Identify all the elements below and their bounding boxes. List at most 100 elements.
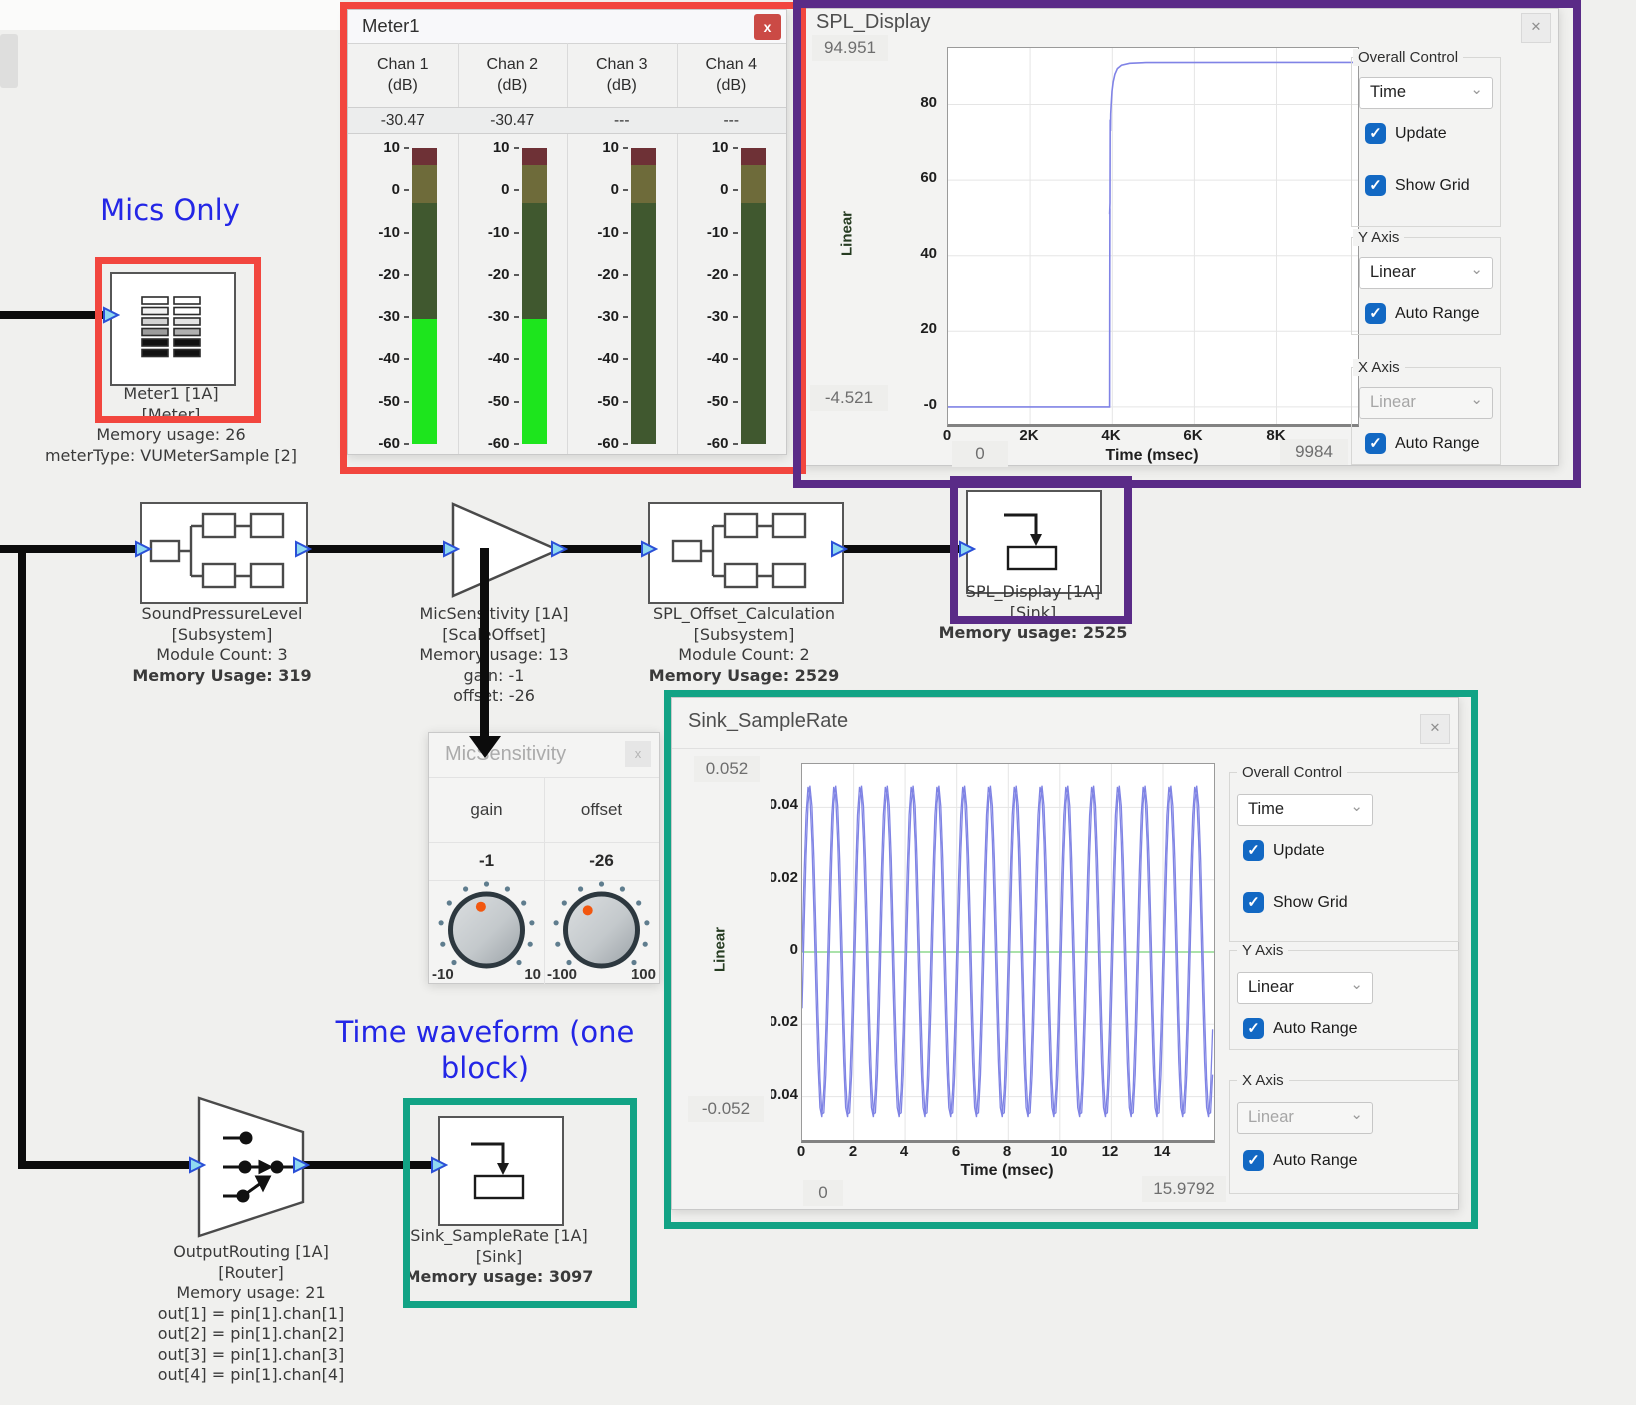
y-scale-select[interactable]: Linear: [1359, 257, 1493, 289]
meter-tick-mark: [404, 189, 409, 191]
show-grid-checkbox[interactable]: Show Grid: [1365, 175, 1470, 196]
meter-tick-label: -40: [575, 350, 619, 367]
signal-wire[interactable]: [300, 1161, 432, 1169]
canvas-top-strip: [0, 0, 340, 30]
update-checkbox[interactable]: Update: [1365, 123, 1447, 144]
spl-plot-svg: [948, 48, 1358, 424]
label-line: MicSensitivity [1A]: [384, 604, 604, 625]
channel-unit: (dB): [458, 77, 568, 95]
knob-min-label: -10: [432, 966, 454, 983]
meter-tick-mark: [623, 232, 628, 234]
block-meter1[interactable]: [110, 272, 236, 386]
meter-tick-mark: [623, 443, 628, 445]
x-scale-select[interactable]: Linear: [1359, 387, 1493, 419]
signal-wire[interactable]: [18, 1161, 194, 1169]
channel-name: Chan 1: [348, 56, 458, 74]
label-line: SPL_Offset_Calculation: [614, 604, 874, 625]
meter-tick-label: -50: [466, 393, 510, 410]
signal-wire[interactable]: [302, 545, 448, 553]
channel-unit: (dB): [348, 77, 458, 95]
note-time-waveform: Time waveform (one block): [320, 1014, 650, 1086]
signal-wire[interactable]: [0, 311, 106, 319]
spl-plot-area[interactable]: [947, 47, 1359, 427]
label-line: Meter1 [1A]: [31, 384, 311, 405]
label-line: out[4] = pin[1].chan[4]: [121, 1365, 381, 1386]
close-button[interactable]: ✕: [1521, 13, 1551, 43]
overall-mode-select[interactable]: Time: [1359, 77, 1493, 109]
x-scale-select[interactable]: Linear: [1237, 1102, 1373, 1134]
knob-offset[interactable]: -100 100: [544, 880, 659, 984]
block-spl-display[interactable]: [966, 490, 1102, 594]
meter-tick-mark: [623, 274, 628, 276]
sink-samplerate-window: Sink_SampleRate ✕ 0.052 -0.052 Linear 0.…: [671, 697, 1459, 1210]
meter-channel-4: Chan 4 (dB) --- 10 0 -10 -20 -30 -40 -50…: [677, 43, 787, 454]
knob-gain[interactable]: -10 10: [429, 880, 544, 984]
show-grid-checkbox[interactable]: Show Grid: [1243, 892, 1348, 913]
y-tick-label: 40: [893, 245, 937, 262]
pin-port-icon: [134, 540, 152, 558]
channel-value: -30.47: [458, 107, 568, 134]
label-line: out[3] = pin[1].chan[3]: [121, 1345, 381, 1366]
x-auto-range-checkbox[interactable]: Auto Range: [1243, 1150, 1358, 1171]
label-line: [Router]: [121, 1263, 381, 1284]
subsystem-icon: [147, 509, 297, 593]
y-auto-range-checkbox[interactable]: Auto Range: [1243, 1018, 1358, 1039]
label-line: Memory usage: 26: [31, 425, 311, 446]
close-button[interactable]: x: [754, 14, 781, 40]
meter-tick-label: -60: [356, 435, 400, 452]
block-soundpressurelevel[interactable]: [140, 502, 308, 604]
signal-wire[interactable]: [556, 545, 646, 553]
y-tick-label: -0: [893, 396, 937, 413]
knob-column-offset: offset -26 -100 100: [544, 778, 659, 984]
y-tick-label: 0.02: [771, 869, 798, 886]
y-scale-select[interactable]: Linear: [1237, 972, 1373, 1004]
y-axis-label: Linear: [839, 189, 856, 279]
param-value: -1: [429, 842, 544, 881]
meter-tick-mark: [404, 401, 409, 403]
x-tick-label: 0: [771, 1143, 831, 1160]
block-micsensitivity-scaleoffset[interactable]: [448, 498, 566, 602]
window-title: Meter1: [362, 15, 420, 37]
meter1-window: Meter1 x Chan 1 (dB) -30.47 10 0 -10 -20…: [347, 9, 787, 455]
sound_pressure_level-label: SoundPressureLevel[Subsystem]Module Coun…: [102, 604, 342, 686]
pin-port-icon: [442, 540, 460, 558]
y-max-value: 0.052: [694, 756, 760, 782]
pin-port-icon: [188, 1156, 206, 1174]
sink-plot-svg: [802, 764, 1214, 1140]
overall-mode-select[interactable]: Time: [1237, 794, 1373, 826]
signal-wire[interactable]: [838, 545, 964, 553]
group-label: Overall Control: [1353, 49, 1463, 66]
scrollbar-thumb[interactable]: [0, 34, 18, 88]
group-label: Overall Control: [1237, 764, 1347, 781]
signal-wire[interactable]: [18, 545, 26, 1169]
update-checkbox[interactable]: Update: [1243, 840, 1325, 861]
window-titlebar[interactable]: Meter1 x: [348, 10, 786, 44]
y-min-value: -4.521: [810, 385, 888, 411]
block-spl-offset-calculation[interactable]: [648, 502, 844, 604]
meter-lit-level: [522, 319, 547, 444]
meter-tick-label: -10: [575, 224, 619, 241]
sink-plot-area[interactable]: [801, 763, 1215, 1143]
close-button[interactable]: ✕: [1420, 714, 1450, 744]
label-line: Memory usage: 3097: [389, 1267, 609, 1288]
x-start-value: 0: [803, 1180, 843, 1206]
output_routing-label: OutputRouting [1A][Router]Memory usage: …: [121, 1242, 381, 1386]
meter-tick-label: 10: [466, 139, 510, 156]
close-button[interactable]: x: [625, 741, 651, 767]
y-auto-range-checkbox[interactable]: Auto Range: [1365, 303, 1480, 324]
panel-title: MicSensitivity: [445, 743, 566, 766]
meter-label: Meter1 [1A][Meter]Memory usage: 26meterT…: [31, 384, 311, 466]
meter-tick-mark: [623, 189, 628, 191]
meter-tick-mark: [733, 401, 738, 403]
annotation-arrow-shaft: [480, 548, 489, 736]
block-outputrouting-router[interactable]: [197, 1096, 305, 1238]
knob-min-label: -100: [547, 966, 577, 983]
label-line: [Subsystem]: [614, 625, 874, 646]
meter-channel-2: Chan 2 (dB) -30.47 10 0 -10 -20 -30 -40 …: [458, 43, 569, 454]
channel-value: ---: [677, 107, 787, 134]
meter-tick-mark: [623, 147, 628, 149]
x-auto-range-checkbox[interactable]: Auto Range: [1365, 433, 1480, 454]
pin-port-icon: [292, 1156, 310, 1174]
label-line: Memory Usage: 2529: [614, 666, 874, 687]
block-sink-samplerate[interactable]: [438, 1116, 564, 1226]
